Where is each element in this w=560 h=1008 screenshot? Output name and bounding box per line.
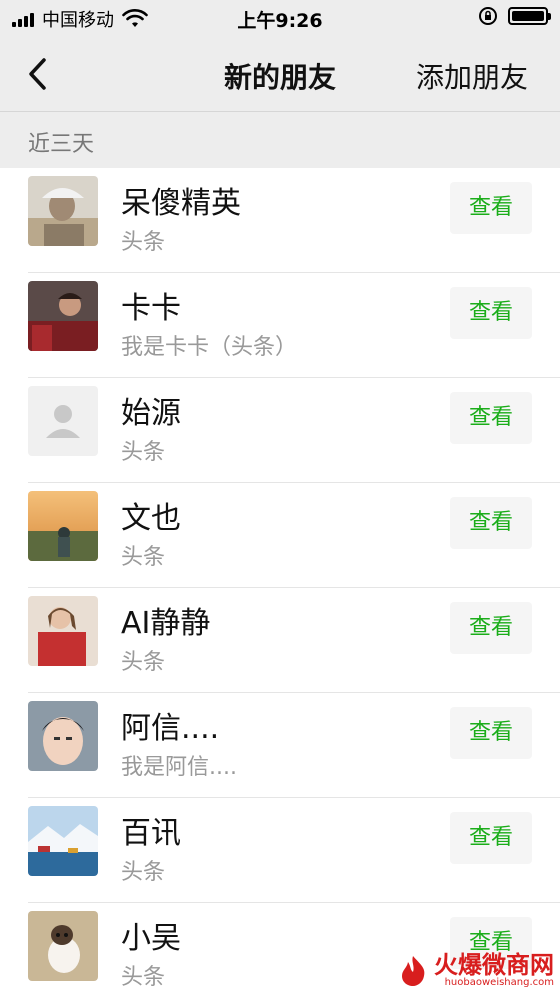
avatar bbox=[28, 701, 98, 771]
friend-subtitle: 头条 bbox=[121, 860, 166, 885]
avatar bbox=[28, 176, 98, 246]
friend-subtitle: 我是卡卡（头条） bbox=[121, 335, 298, 360]
friend-name: 始源 bbox=[121, 396, 181, 431]
avatar bbox=[28, 806, 98, 876]
friend-subtitle: 头条 bbox=[121, 965, 166, 990]
avatar bbox=[28, 596, 98, 666]
status-bar: 中国移动 上午9:26 bbox=[0, 0, 560, 36]
friend-subtitle: 头条 bbox=[121, 545, 166, 570]
watermark-url: huobaoweishang.com bbox=[444, 977, 554, 988]
list-item[interactable]: 阿信.... 我是阿信.... 查看 bbox=[0, 693, 560, 798]
view-button[interactable]: 查看 bbox=[450, 182, 532, 234]
view-button[interactable]: 查看 bbox=[450, 287, 532, 339]
rotation-lock-icon bbox=[479, 7, 497, 25]
view-button[interactable]: 查看 bbox=[450, 392, 532, 444]
friend-name: AI静静 bbox=[121, 606, 211, 641]
watermark: 火爆微商网 huobaoweishang.com bbox=[396, 953, 554, 988]
list-item[interactable]: 呆傻精英 头条 查看 bbox=[0, 168, 560, 273]
view-button[interactable]: 查看 bbox=[450, 497, 532, 549]
status-right bbox=[478, 6, 551, 26]
list-item[interactable]: 卡卡 我是卡卡（头条） 查看 bbox=[0, 273, 560, 378]
battery-icon bbox=[508, 7, 551, 25]
list-item[interactable]: 百讯 头条 查看 bbox=[0, 798, 560, 903]
list-item[interactable]: 文也 头条 查看 bbox=[0, 483, 560, 588]
nav-bar: 新的朋友 添加朋友 bbox=[0, 36, 560, 112]
friend-subtitle: 头条 bbox=[121, 230, 166, 255]
friend-name: 文也 bbox=[121, 501, 181, 536]
list-item[interactable]: 始源 头条 查看 bbox=[0, 378, 560, 483]
view-button[interactable]: 查看 bbox=[450, 707, 532, 759]
friend-list: 呆傻精英 头条 查看 卡卡 我是卡卡（头条） 查看 始源 头条 查看 文也 头条… bbox=[0, 168, 560, 1008]
friend-name: 呆傻精英 bbox=[121, 186, 241, 221]
flame-logo-icon bbox=[402, 956, 425, 986]
avatar bbox=[28, 491, 98, 561]
section-header: 近三天 bbox=[0, 112, 560, 168]
view-button[interactable]: 查看 bbox=[450, 812, 532, 864]
status-time: 上午9:26 bbox=[237, 10, 323, 32]
friend-name: 小吴 bbox=[121, 921, 181, 956]
add-friend-button[interactable]: 添加朋友 bbox=[416, 56, 528, 96]
friend-subtitle: 头条 bbox=[121, 650, 166, 675]
avatar bbox=[28, 911, 98, 981]
watermark-text: 火爆微商网 bbox=[434, 951, 554, 979]
list-item[interactable]: AI静静 头条 查看 bbox=[0, 588, 560, 693]
view-button[interactable]: 查看 bbox=[450, 602, 532, 654]
avatar bbox=[28, 281, 98, 351]
friend-name: 阿信.... bbox=[121, 711, 220, 746]
friend-name: 卡卡 bbox=[121, 291, 181, 326]
avatar bbox=[28, 386, 98, 456]
friend-subtitle: 我是阿信.... bbox=[121, 755, 237, 780]
friend-subtitle: 头条 bbox=[121, 440, 166, 465]
friend-name: 百讯 bbox=[121, 816, 181, 851]
